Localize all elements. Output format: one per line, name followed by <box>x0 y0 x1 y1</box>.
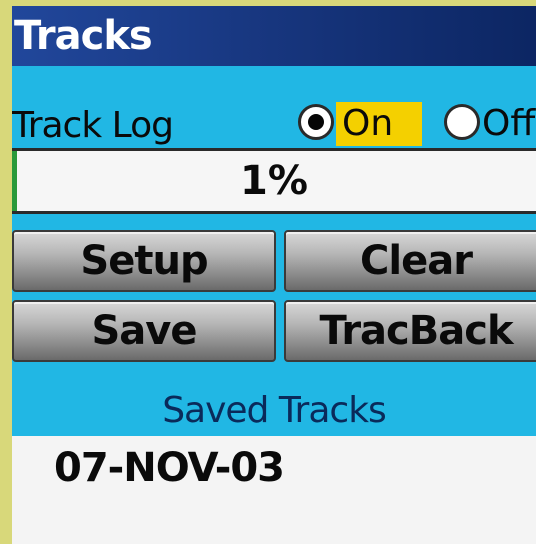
track-log-off-option[interactable]: Off <box>482 102 535 146</box>
saved-tracks-list: 07-NOV-03 <box>12 436 536 544</box>
progress-percent: 1% <box>240 158 308 204</box>
tracback-button[interactable]: TracBack <box>284 300 536 362</box>
page-title: Tracks <box>14 13 153 59</box>
track-log-progress-bar: 1% <box>12 148 536 214</box>
list-item[interactable]: 07-NOV-03 <box>54 440 285 496</box>
track-log-on-radio[interactable] <box>298 104 334 140</box>
tracks-screen: Tracks Track Log On Off 1% Setup Clear S… <box>12 6 536 544</box>
saved-tracks-header: Saved Tracks <box>162 390 387 431</box>
track-log-on-option[interactable]: On <box>336 102 422 146</box>
track-log-label: Track Log <box>12 105 174 146</box>
title-bar: Tracks <box>12 6 536 66</box>
radio-selected-dot <box>308 114 324 130</box>
track-log-off-radio[interactable] <box>444 104 480 140</box>
clear-button[interactable]: Clear <box>284 230 536 292</box>
setup-button[interactable]: Setup <box>12 230 276 292</box>
save-button[interactable]: Save <box>12 300 276 362</box>
